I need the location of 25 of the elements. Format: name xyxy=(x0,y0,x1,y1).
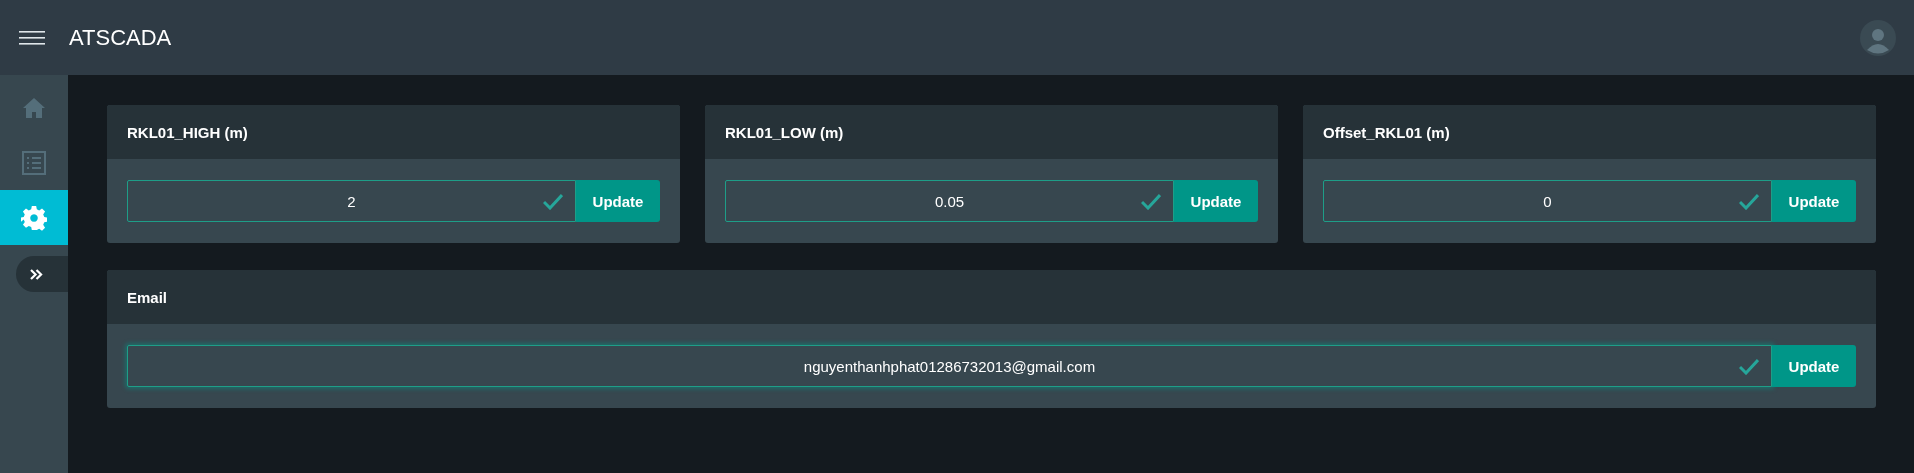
app-title: ATSCADA xyxy=(69,24,173,51)
list-icon xyxy=(22,150,46,175)
value-field[interactable]: 0.05 xyxy=(725,180,1174,222)
settings-icon xyxy=(21,204,47,231)
home-icon xyxy=(22,96,46,119)
menu-icon[interactable] xyxy=(19,30,45,45)
expand-button[interactable] xyxy=(16,256,68,292)
update-button[interactable]: Update xyxy=(1772,345,1856,387)
card-title: RKL01_HIGH (m) xyxy=(127,123,248,141)
card-title: Email xyxy=(127,288,168,306)
card-title: RKL01_LOW (m) xyxy=(725,123,844,141)
double-chevron-icon xyxy=(30,268,43,280)
sidebar-item[interactable] xyxy=(0,190,68,245)
field-value: 0 xyxy=(1543,192,1552,210)
update-button[interactable]: Update xyxy=(576,180,660,222)
value-field[interactable]: 0 xyxy=(1323,180,1772,222)
update-button[interactable]: Update xyxy=(1772,180,1856,222)
card-title: Offset_RKL01 (m) xyxy=(1323,123,1450,141)
field-value: 0.05 xyxy=(934,192,965,210)
avatar-icon[interactable] xyxy=(1860,19,1896,56)
value-field[interactable]: nguyenthanhphat01286732013@gmail.com xyxy=(127,345,1772,387)
field-value: nguyenthanhphat01286732013@gmail.com xyxy=(803,357,1096,375)
update-button[interactable]: Update xyxy=(1174,180,1258,222)
field-value: 2 xyxy=(347,192,356,210)
value-field[interactable]: 2 xyxy=(127,180,576,222)
